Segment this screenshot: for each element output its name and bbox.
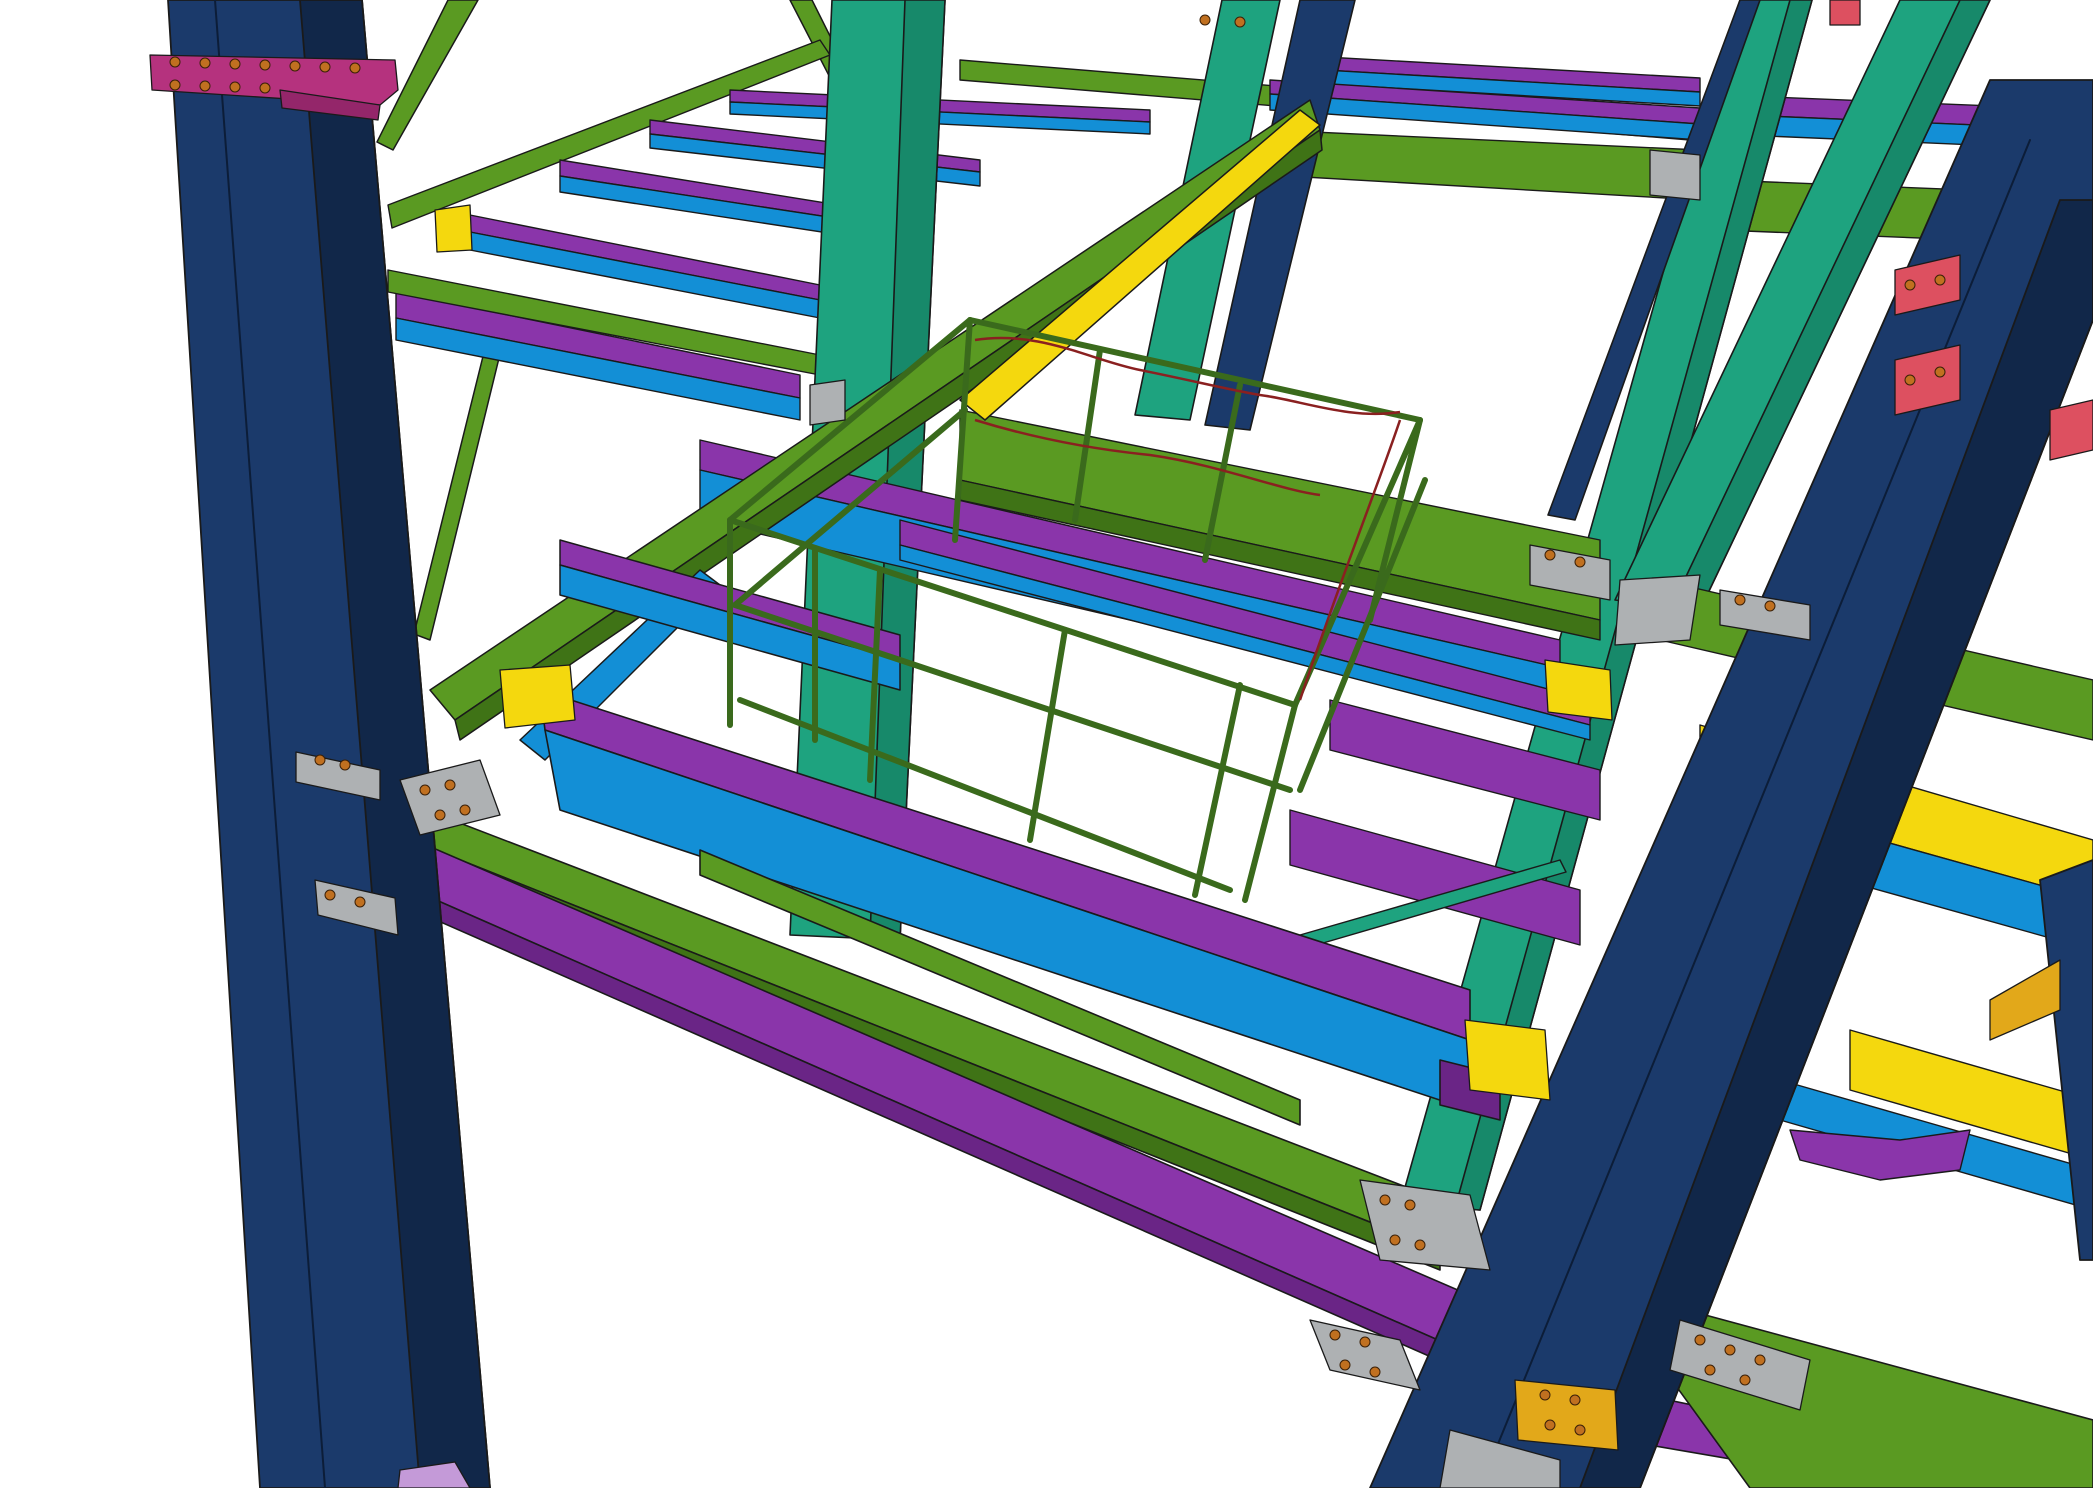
bolt <box>169 56 181 68</box>
bolt <box>1574 1424 1586 1436</box>
bolt <box>339 759 351 771</box>
bolt <box>199 80 211 92</box>
bolt <box>1329 1329 1341 1341</box>
gusset-plate-upper-centre <box>809 379 846 426</box>
bolt <box>1404 1199 1416 1211</box>
bolt <box>199 57 211 69</box>
bolt <box>444 779 456 791</box>
bolt <box>354 896 366 908</box>
bolt <box>324 889 336 901</box>
gusset-plate-column-base <box>1614 574 1701 646</box>
end-plate-yellow-front <box>1464 1019 1551 1101</box>
bolt <box>229 58 241 70</box>
bolt <box>1369 1366 1381 1378</box>
bolt <box>1934 274 1946 286</box>
bolt <box>1734 594 1746 606</box>
bracket-red-far-right <box>2049 399 2093 461</box>
bolt <box>1934 366 1946 378</box>
end-plate-orange-bottom <box>1514 1379 1619 1451</box>
bolt <box>1569 1394 1581 1406</box>
bolt <box>1389 1234 1401 1246</box>
bracket-red-top-right <box>1829 0 1861 26</box>
end-plate-yellow-right <box>1544 659 1613 721</box>
bolt <box>1904 374 1916 386</box>
bolt <box>1694 1334 1706 1346</box>
bolt <box>1704 1364 1716 1376</box>
bolt <box>459 804 471 816</box>
bolt <box>1754 1354 1766 1366</box>
structure-scene <box>0 0 2093 1488</box>
bolt <box>1234 16 1246 28</box>
bolt <box>314 754 326 766</box>
bolt <box>259 82 271 94</box>
bolt <box>319 61 331 73</box>
bolt <box>169 79 181 91</box>
bolt <box>1199 14 1211 26</box>
bolt <box>1379 1194 1391 1206</box>
bolt <box>1739 1374 1751 1386</box>
bolt <box>419 784 431 796</box>
bolt <box>1539 1389 1551 1401</box>
gusset-plate-upper-right <box>1649 149 1701 201</box>
end-plate-yellow-upper-left <box>434 204 473 253</box>
bolt <box>1764 600 1776 612</box>
bolt <box>1544 549 1556 561</box>
bolt <box>434 809 446 821</box>
bolt <box>1724 1344 1736 1356</box>
bolt <box>1359 1336 1371 1348</box>
end-plate-yellow-left <box>499 664 576 729</box>
bolt <box>259 59 271 71</box>
bolt <box>229 81 241 93</box>
model-viewport[interactable] <box>0 0 2093 1488</box>
bolt <box>1414 1239 1426 1251</box>
bolt <box>1544 1419 1556 1431</box>
bolt <box>1574 556 1586 568</box>
bolt <box>1339 1359 1351 1371</box>
bolt <box>349 62 361 74</box>
bolt <box>289 60 301 72</box>
bolt <box>1904 279 1916 291</box>
